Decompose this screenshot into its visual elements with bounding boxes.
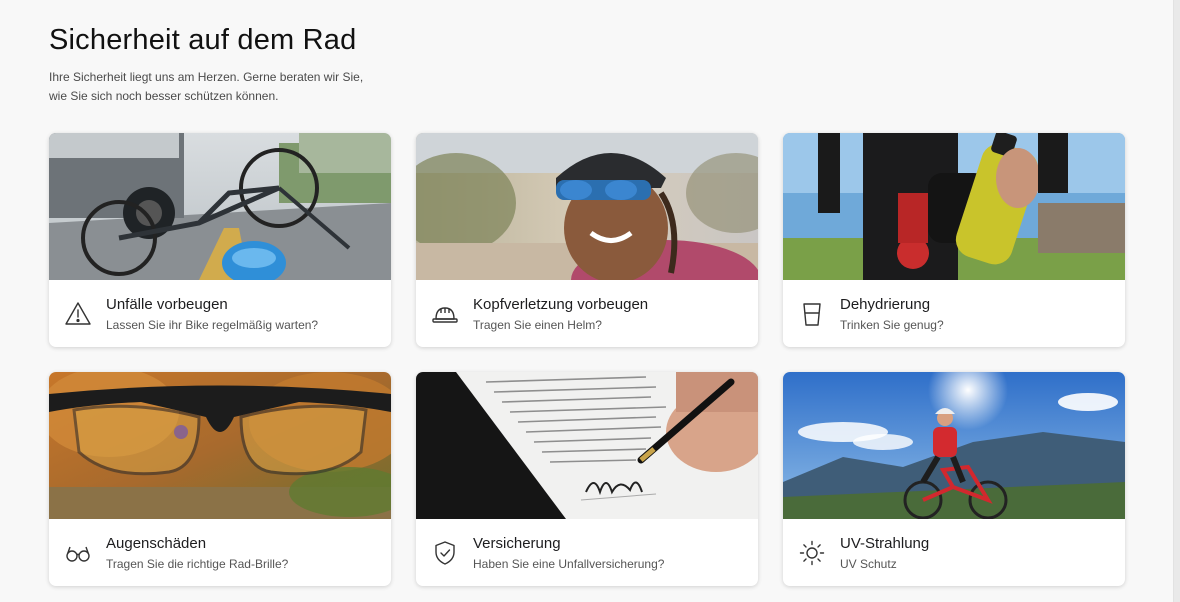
safety-card-grid: Unfälle vorbeugen Lassen Sie ihr Bike re… [49,133,1125,586]
card-description: Trinken Sie genug? [840,317,944,332]
card-body: Augenschäden Tragen Sie die richtige Rad… [49,519,391,586]
page-subtitle: Ihre Sicherheit liegt uns am Herzen. Ger… [49,68,363,106]
card-augenschaeden[interactable]: Augenschäden Tragen Sie die richtige Rad… [49,372,391,586]
card-description: Tragen Sie einen Helm? [473,317,602,332]
card-description: UV Schutz [840,556,897,571]
card-title: Dehydrierung [840,295,931,313]
card-versicherung[interactable]: Versicherung Haben Sie eine Unfallversic… [416,372,758,586]
sun-icon [798,539,826,567]
card-image-signing-document [416,372,758,519]
card-image-crashed-bike [49,133,391,280]
glasses-icon [64,539,92,567]
page-scrollbar[interactable] [1173,0,1180,602]
card-uv-strahlung[interactable]: UV-Strahlung UV Schutz [783,372,1125,586]
page-header: Sicherheit auf dem Rad Ihre Sicherheit l… [49,24,363,106]
warning-triangle-icon [64,300,92,328]
card-title: UV-Strahlung [840,534,930,552]
card-image-cyclist-helmet [416,133,758,280]
helmet-icon [431,300,459,328]
card-description: Tragen Sie die richtige Rad-Brille? [106,556,289,571]
card-dehydrierung[interactable]: Dehydrierung Trinken Sie genug? [783,133,1125,347]
card-body: Dehydrierung Trinken Sie genug? [783,280,1125,347]
subtitle-line-1: Ihre Sicherheit liegt uns am Herzen. Ger… [49,70,364,84]
subtitle-line-2: wie Sie sich noch besser schützen können… [49,89,279,103]
card-body: Unfälle vorbeugen Lassen Sie ihr Bike re… [49,280,391,347]
card-image-cyclist-sun [783,372,1125,519]
page-title: Sicherheit auf dem Rad [49,24,357,56]
card-description: Haben Sie eine Unfallversicherung? [473,556,665,571]
card-image-water-bottle [783,133,1125,280]
card-title: Augenschäden [106,534,207,552]
card-body: Versicherung Haben Sie eine Unfallversic… [416,519,758,586]
water-glass-icon [798,300,826,328]
card-body: Kopfverletzung vorbeugen Tragen Sie eine… [416,280,758,347]
card-kopfverletzung-vorbeugen[interactable]: Kopfverletzung vorbeugen Tragen Sie eine… [416,133,758,347]
card-title: Kopfverletzung vorbeugen [473,295,649,313]
shield-check-icon [431,539,459,567]
card-title: Unfälle vorbeugen [106,295,228,313]
card-body: UV-Strahlung UV Schutz [783,519,1125,586]
card-image-sport-glasses [49,372,391,519]
card-description: Lassen Sie ihr Bike regelmäßig warten? [106,317,319,332]
card-title: Versicherung [473,534,561,552]
card-unfaelle-vorbeugen[interactable]: Unfälle vorbeugen Lassen Sie ihr Bike re… [49,133,391,347]
